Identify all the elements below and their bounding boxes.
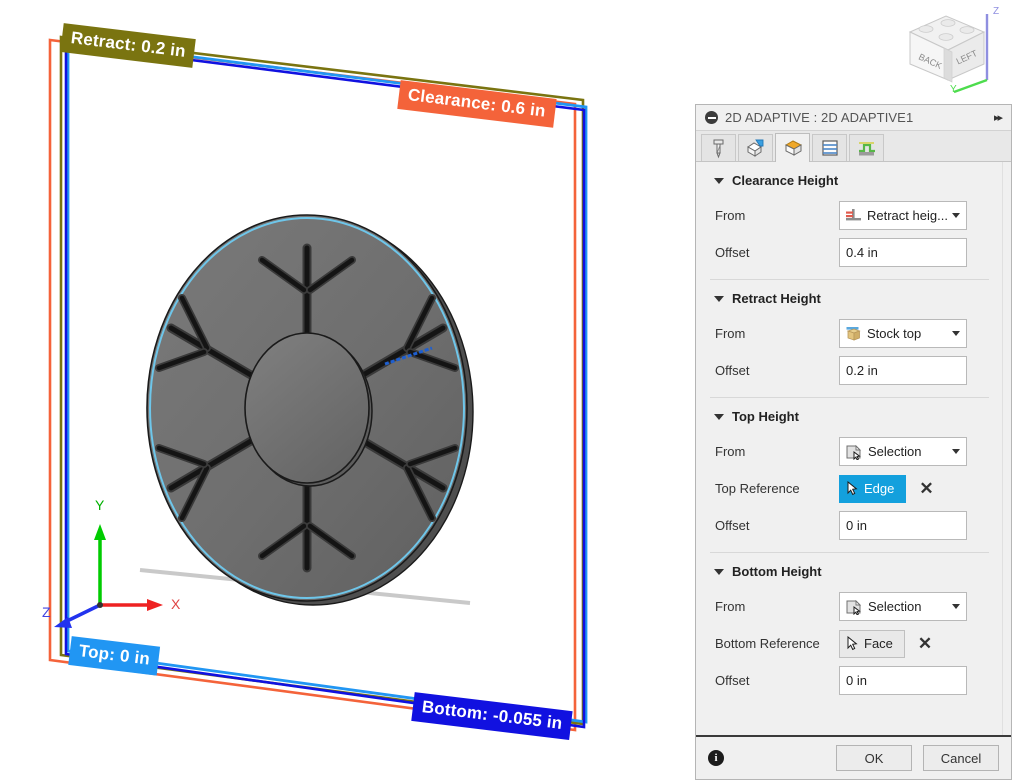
group-top-height: Top Height From Selection Top Reference …: [696, 398, 1003, 553]
group-header-retract-height[interactable]: Retract Height: [696, 280, 1003, 315]
tab-tool[interactable]: [701, 134, 736, 161]
heights-icon: [784, 140, 802, 156]
tab-linking[interactable]: [849, 134, 884, 161]
geometry-icon: [746, 139, 763, 157]
view-cube-axis-z-label: Z: [993, 6, 999, 17]
info-icon[interactable]: i: [708, 750, 724, 766]
row-label: Offset: [715, 673, 750, 688]
dialog-footer: i OK Cancel: [696, 735, 1011, 779]
part-model[interactable]: [146, 214, 474, 606]
select-button-label: Face: [864, 636, 893, 651]
chevron-down-icon[interactable]: [714, 177, 724, 184]
combo-value: Selection: [868, 444, 922, 459]
row-label: Offset: [715, 363, 750, 378]
top-from-combo[interactable]: Selection: [839, 437, 967, 466]
dialog-tabstrip[interactable]: [696, 131, 1011, 162]
row-label: From: [715, 208, 746, 223]
axis-x-label: X: [171, 596, 181, 612]
chevron-down-icon[interactable]: [952, 604, 960, 609]
view-cube-graphic[interactable]: BACK LEFT Z Y: [892, 2, 1004, 98]
row-label: From: [715, 326, 746, 341]
chevron-down-icon[interactable]: [714, 568, 724, 575]
tab-heights[interactable]: [775, 133, 810, 162]
group-header-top-height[interactable]: Top Height: [696, 398, 1003, 433]
row-bottom-reference: Bottom Reference Face ✕: [696, 625, 1003, 662]
bottom-reference-select-button[interactable]: Face: [839, 629, 905, 658]
clear-top-reference-icon[interactable]: ✕: [919, 480, 933, 497]
clear-bottom-reference-icon[interactable]: ✕: [918, 635, 932, 652]
row-top-from: From Selection: [696, 433, 1003, 470]
view-cube-axis-y: [953, 78, 988, 94]
combo-value: Selection: [868, 599, 922, 614]
operation-dialog[interactable]: 2D ADAPTIVE : 2D ADAPTIVE1 ▸▸ Clearance …: [695, 104, 1012, 780]
row-retract-offset: Offset 0.2 in: [696, 352, 1003, 389]
group-clearance-height: Clearance Height From Retract heig... Of…: [696, 162, 1003, 280]
fusion-cam-screen: Y X Z Retract: 0.2 in Clearance: 0.6 in …: [0, 0, 1012, 780]
bottom-from-combo[interactable]: Selection: [839, 592, 967, 621]
dialog-titlebar[interactable]: 2D ADAPTIVE : 2D ADAPTIVE1 ▸▸: [696, 105, 1011, 131]
view-cube-axis-y-label: Y: [950, 84, 957, 95]
chevron-down-icon[interactable]: [714, 295, 724, 302]
dialog-title: 2D ADAPTIVE : 2D ADAPTIVE1: [725, 110, 914, 125]
dialog-scrollbar[interactable]: [1002, 162, 1011, 735]
clearance-from-combo[interactable]: Retract heig...: [839, 201, 967, 230]
row-clearance-offset: Offset 0.4 in: [696, 234, 1003, 271]
selection-icon: [846, 444, 862, 460]
linking-icon: [859, 142, 875, 156]
axis-z-label: Z: [42, 604, 51, 620]
group-title: Top Height: [732, 409, 799, 424]
row-retract-from: From Stock top: [696, 315, 1003, 352]
row-top-reference: Top Reference Edge ✕: [696, 470, 1003, 507]
passes-icon: [821, 140, 838, 156]
row-label: Top Reference: [715, 481, 800, 496]
cancel-button[interactable]: Cancel: [923, 745, 999, 771]
row-bottom-from: From Selection: [696, 588, 1003, 625]
stock-top-icon: [846, 326, 861, 341]
row-label: Bottom Reference: [715, 636, 820, 651]
clearance-offset-input[interactable]: 0.4 in: [839, 238, 967, 267]
group-title: Retract Height: [732, 291, 821, 306]
group-title: Bottom Height: [732, 564, 822, 579]
chevron-down-icon[interactable]: [952, 449, 960, 454]
expand-chevrons-icon[interactable]: ▸▸: [994, 111, 1003, 124]
bottom-offset-input[interactable]: 0 in: [839, 666, 967, 695]
row-label: From: [715, 444, 746, 459]
retract-offset-input[interactable]: 0.2 in: [839, 356, 967, 385]
3d-viewport[interactable]: Y X Z Retract: 0.2 in Clearance: 0.6 in …: [0, 0, 694, 780]
group-header-bottom-height[interactable]: Bottom Height: [696, 553, 1003, 588]
tab-geometry[interactable]: [738, 134, 773, 161]
combo-value: Stock top: [867, 326, 922, 341]
dialog-scroll-area: Clearance Height From Retract heig... Of…: [696, 162, 1003, 735]
chevron-down-icon[interactable]: [714, 413, 724, 420]
cursor-icon: [847, 636, 858, 651]
row-clearance-from: From Retract heig...: [696, 197, 1003, 234]
group-bottom-height: Bottom Height From Selection Bottom Refe…: [696, 553, 1003, 699]
tab-passes[interactable]: [812, 134, 847, 161]
view-cube[interactable]: BACK LEFT Z Y: [892, 2, 1004, 98]
selection-icon: [846, 599, 862, 615]
group-title: Clearance Height: [732, 173, 839, 188]
chevron-down-icon[interactable]: [952, 213, 960, 218]
top-offset-input[interactable]: 0 in: [839, 511, 967, 540]
retract-height-icon: [846, 209, 861, 221]
end-mill-icon: [713, 139, 724, 158]
dialog-body: Clearance Height From Retract heig... Of…: [696, 162, 1011, 735]
ok-button[interactable]: OK: [836, 745, 912, 771]
axis-y-label: Y: [95, 497, 105, 513]
row-bottom-offset: Offset 0 in: [696, 662, 1003, 699]
retract-from-combo[interactable]: Stock top: [839, 319, 967, 348]
row-top-offset: Offset 0 in: [696, 507, 1003, 544]
chevron-down-icon[interactable]: [952, 331, 960, 336]
row-label: Offset: [715, 518, 750, 533]
origin-triad: [54, 524, 163, 628]
group-retract-height: Retract Height From Stock top Offset 0.2…: [696, 280, 1003, 398]
top-reference-select-button[interactable]: Edge: [839, 474, 907, 503]
collapse-icon[interactable]: [705, 111, 718, 124]
select-button-label: Edge: [864, 481, 895, 496]
cursor-icon: [847, 481, 858, 496]
row-label: Offset: [715, 245, 750, 260]
combo-value: Retract heig...: [867, 208, 948, 223]
row-label: From: [715, 599, 746, 614]
group-header-clearance-height[interactable]: Clearance Height: [696, 162, 1003, 197]
